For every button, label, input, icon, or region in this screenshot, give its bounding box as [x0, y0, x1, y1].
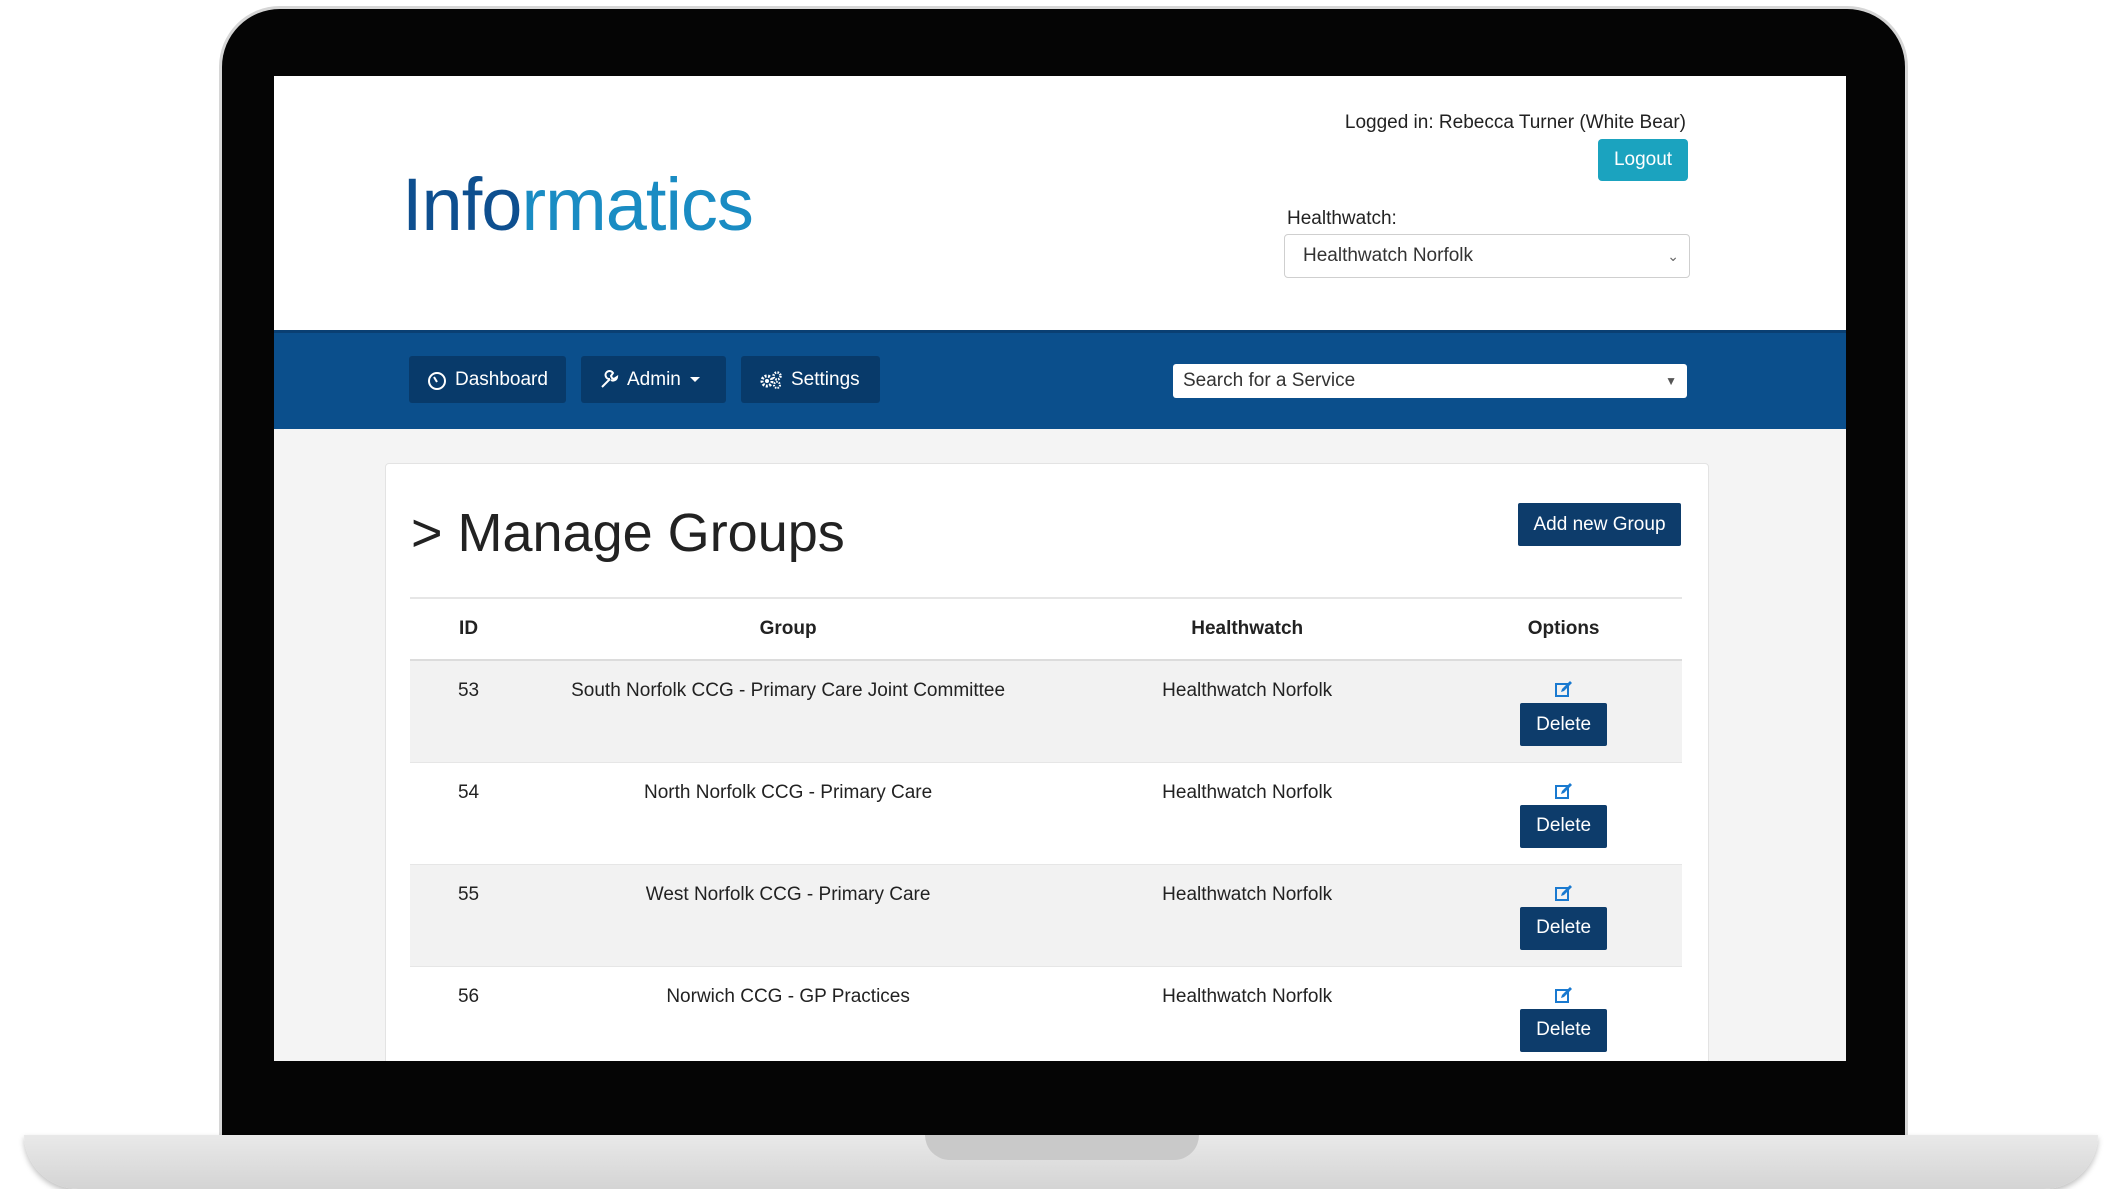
edit-icon[interactable]: [1554, 884, 1574, 903]
cell-options: Delete: [1445, 762, 1682, 865]
column-header-id: ID: [410, 598, 528, 661]
column-header-options: Options: [1445, 598, 1682, 661]
logout-button[interactable]: Logout: [1598, 139, 1688, 181]
settings-label: Settings: [791, 368, 860, 390]
groups-table: ID Group Healthwatch Options 53 South No…: [410, 597, 1682, 1061]
cell-healthwatch: Healthwatch Norfolk: [1049, 762, 1446, 865]
dashboard-icon: [428, 371, 446, 390]
service-search-placeholder: Search for a Service: [1183, 370, 1356, 391]
cell-healthwatch: Healthwatch Norfolk: [1049, 864, 1446, 967]
caret-down-icon: ▼: [1665, 374, 1677, 388]
page-header: Informatics Logged in: Rebecca Turner (W…: [274, 76, 1846, 330]
edit-icon[interactable]: [1554, 680, 1574, 699]
logged-in-text: Logged in: Rebecca Turner (White Bear): [1344, 112, 1686, 133]
cell-group: South Norfolk CCG - Primary Care Joint C…: [527, 660, 1050, 763]
delete-button[interactable]: Delete: [1520, 703, 1608, 746]
wrench-icon: [601, 369, 619, 388]
table-row: 54 North Norfolk CCG - Primary Care Heal…: [410, 762, 1682, 865]
cell-id: 54: [410, 762, 528, 865]
logo-part-light: rmatics: [521, 163, 753, 246]
cell-id: 55: [410, 864, 528, 967]
browser-screen: Informatics Logged in: Rebecca Turner (W…: [274, 76, 1846, 1061]
cell-group: North Norfolk CCG - Primary Care: [527, 762, 1050, 865]
dashboard-button[interactable]: Dashboard: [409, 356, 566, 403]
manage-groups-card: > Manage Groups Add new Group ID Group H…: [385, 463, 1709, 1061]
cell-options: Delete: [1445, 660, 1682, 763]
healthwatch-selected-value: Healthwatch Norfolk: [1303, 245, 1474, 266]
chevron-down-icon: ⌄: [1667, 248, 1679, 264]
table-row: 55 West Norfolk CCG - Primary Care Healt…: [410, 864, 1682, 967]
delete-button[interactable]: Delete: [1520, 804, 1608, 848]
edit-icon[interactable]: [1554, 782, 1574, 801]
cell-id: 53: [410, 660, 528, 763]
caret-down-icon: [689, 376, 700, 382]
dashboard-label: Dashboard: [455, 368, 548, 390]
delete-button[interactable]: Delete: [1520, 1008, 1608, 1052]
cell-options: Delete: [1445, 966, 1682, 1061]
informatics-logo: Informatics: [402, 162, 754, 247]
cell-id: 56: [410, 966, 528, 1061]
healthwatch-select[interactable]: Healthwatch Norfolk ⌄: [1284, 234, 1690, 278]
cell-group: Norwich CCG - GP Practices: [527, 966, 1050, 1061]
gears-icon: [760, 370, 782, 389]
logo-part-dark: Info: [402, 163, 522, 246]
settings-button[interactable]: Settings: [741, 356, 880, 403]
cell-group: West Norfolk CCG - Primary Care: [527, 864, 1050, 967]
healthwatch-label: Healthwatch:: [1287, 208, 1397, 229]
main-navbar: Dashboard Admin Settings Search for a Se…: [274, 330, 1846, 429]
column-header-group: Group: [527, 598, 1050, 661]
table-row: 53 South Norfolk CCG - Primary Care Join…: [410, 660, 1682, 763]
admin-dropdown-button[interactable]: Admin: [581, 356, 726, 403]
admin-label: Admin: [627, 368, 681, 390]
table-header-row: ID Group Healthwatch Options: [410, 598, 1682, 661]
cell-healthwatch: Healthwatch Norfolk: [1049, 660, 1446, 763]
delete-button[interactable]: Delete: [1520, 906, 1608, 950]
cell-options: Delete: [1445, 864, 1682, 967]
edit-icon[interactable]: [1554, 986, 1574, 1005]
table-row: 56 Norwich CCG - GP Practices Healthwatc…: [410, 966, 1682, 1061]
cell-healthwatch: Healthwatch Norfolk: [1049, 966, 1446, 1061]
service-search-select[interactable]: Search for a Service ▼: [1173, 364, 1687, 398]
page-title: > Manage Groups: [411, 503, 845, 563]
add-new-group-button[interactable]: Add new Group: [1518, 503, 1681, 546]
laptop-notch: [925, 1135, 1199, 1160]
column-header-healthwatch: Healthwatch: [1049, 598, 1446, 661]
